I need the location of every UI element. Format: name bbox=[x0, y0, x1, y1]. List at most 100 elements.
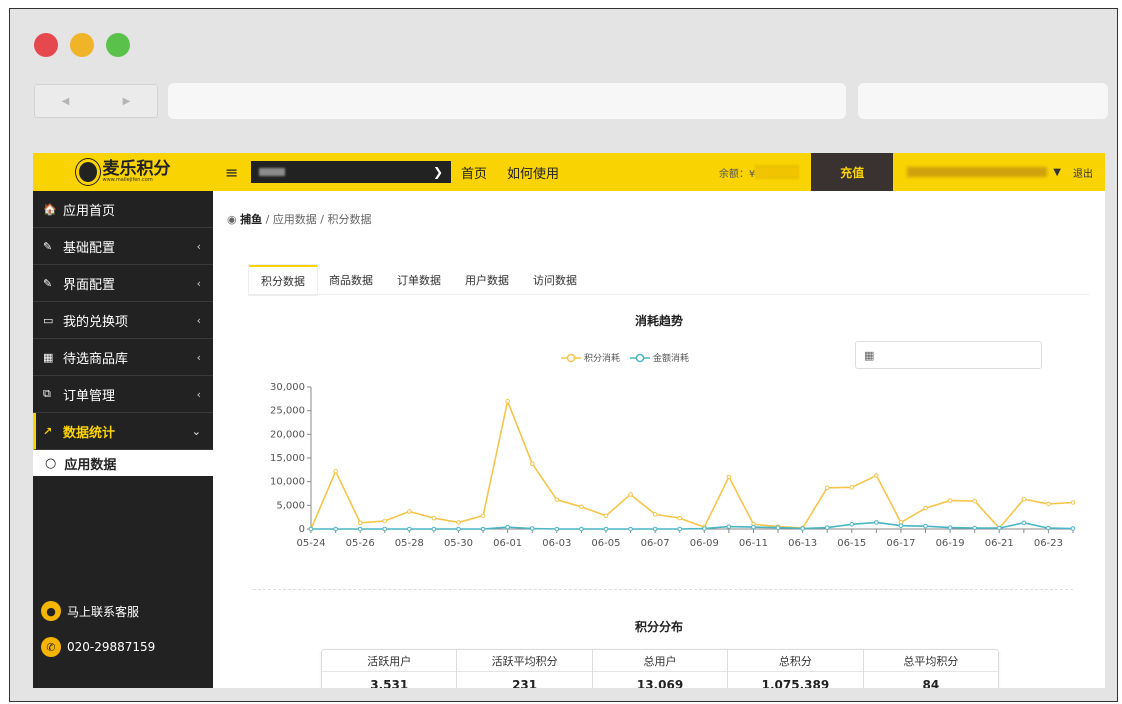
sidebar-item-ui-config[interactable]: ✎ 界面配置 ‹ bbox=[33, 265, 213, 302]
data-point-series-2 bbox=[480, 526, 486, 532]
data-point-series-1 bbox=[333, 468, 338, 474]
distribution-header: 活跃用户 bbox=[322, 650, 457, 672]
logo[interactable]: 麦乐积分 www.mailejifen.com bbox=[33, 153, 213, 191]
calendar-icon: ▦ bbox=[864, 348, 875, 362]
series-line-1 bbox=[310, 398, 1074, 530]
main-content: ◉ 捕鱼 / 应用数据 / 积分数据 积分数据 商品数据 订单数据 用户数据 访… bbox=[213, 191, 1105, 688]
distribution-column: 活跃平均积分 231 bbox=[457, 650, 593, 688]
user-menu[interactable]: ▼ 退出 bbox=[907, 165, 1105, 180]
data-point-series-1 bbox=[456, 520, 461, 525]
data-point-series-2 bbox=[554, 526, 560, 532]
nav-howto-link[interactable]: 如何使用 bbox=[507, 163, 559, 182]
close-window-icon[interactable] bbox=[34, 33, 58, 57]
sidebar-item-statistics[interactable]: ↗ 数据统计 ⌄ bbox=[33, 413, 213, 450]
data-point-series-2 bbox=[407, 526, 412, 532]
distribution-value: 13,069 bbox=[636, 678, 684, 688]
chevron-left-icon: ‹ bbox=[196, 313, 201, 327]
edit-icon: ✎ bbox=[43, 276, 53, 290]
data-point-series-1 bbox=[824, 485, 830, 491]
data-point-series-2 bbox=[431, 526, 437, 532]
legend-item-points[interactable]: 积分消耗 bbox=[561, 351, 620, 364]
x-tick-label: 06-13 bbox=[788, 538, 817, 549]
x-tick-label: 06-21 bbox=[985, 538, 1014, 549]
address-bar[interactable] bbox=[168, 83, 846, 119]
browser-search-bar[interactable] bbox=[858, 83, 1108, 119]
monitor-icon: ▭ bbox=[43, 313, 54, 327]
logo-mark-icon bbox=[75, 159, 100, 185]
contact-service-link[interactable]: ● 马上联系客服 bbox=[41, 601, 139, 621]
data-point-series-1 bbox=[579, 504, 584, 510]
data-point-series-2 bbox=[923, 523, 928, 529]
data-point-series-2 bbox=[529, 526, 535, 531]
data-point-series-1 bbox=[529, 461, 535, 466]
minimize-window-icon[interactable] bbox=[70, 33, 94, 57]
data-point-series-2 bbox=[1070, 526, 1076, 531]
window-controls bbox=[34, 33, 130, 57]
data-point-series-2 bbox=[1046, 525, 1051, 531]
data-point-series-1 bbox=[1046, 501, 1051, 507]
data-point-series-1 bbox=[407, 509, 412, 514]
back-arrow-icon[interactable]: ◀ bbox=[62, 96, 70, 107]
sidebar-item-app-home[interactable]: 🏠 应用首页 bbox=[33, 191, 213, 228]
sidebar-subitem-label: 应用数据 bbox=[64, 457, 117, 473]
data-point-series-1 bbox=[1070, 500, 1076, 505]
sidebar-subitem-app-data[interactable]: ○ 应用数据 bbox=[33, 450, 213, 476]
data-point-series-1 bbox=[677, 515, 683, 521]
data-point-series-2 bbox=[824, 525, 830, 530]
chevron-right-icon: ❯ bbox=[432, 165, 443, 179]
logout-link[interactable]: 退出 bbox=[1073, 165, 1093, 180]
data-point-series-2 bbox=[603, 526, 609, 532]
sidebar-item-product-pool[interactable]: ▦ 待选商品库 ‹ bbox=[33, 339, 213, 376]
tab-points-data[interactable]: 积分数据 bbox=[249, 265, 317, 295]
date-range-input[interactable]: ▦ bbox=[855, 341, 1042, 369]
x-tick-label: 06-05 bbox=[591, 538, 620, 549]
distribution-value: 231 bbox=[512, 678, 538, 688]
app-selector[interactable]: ❯ bbox=[251, 161, 451, 183]
y-tick-label: 25,000 bbox=[270, 406, 305, 417]
edit-icon: ✎ bbox=[43, 239, 53, 253]
distribution-header: 总积分 bbox=[728, 650, 863, 672]
sidebar-item-basic-config[interactable]: ✎ 基础配置 ‹ bbox=[33, 228, 213, 265]
data-point-series-1 bbox=[947, 498, 953, 503]
sidebar-item-label: 界面配置 bbox=[63, 277, 116, 293]
sidebar-item-orders[interactable]: ⧉ 订单管理 ‹ bbox=[33, 376, 213, 413]
logo-title: 麦乐积分 bbox=[102, 159, 171, 179]
chevron-left-icon: ‹ bbox=[196, 387, 201, 401]
breadcrumb-level2[interactable]: 应用数据 bbox=[273, 213, 317, 226]
browser-window: ◀ ▶ 麦乐积分 www.mailejifen.com ≡ ❯ 首页 如何使用 bbox=[9, 8, 1118, 702]
contact-phone-number: 020-29887159 bbox=[67, 640, 156, 654]
data-point-series-2 bbox=[308, 526, 314, 532]
history-nav: ◀ ▶ bbox=[34, 84, 158, 118]
chevron-left-icon: ‹ bbox=[196, 350, 201, 364]
distribution-header: 总平均积分 bbox=[863, 650, 999, 672]
distribution-header: 活跃平均积分 bbox=[457, 650, 592, 672]
forward-arrow-icon[interactable]: ▶ bbox=[123, 96, 131, 107]
data-point-series-2 bbox=[505, 524, 510, 530]
distribution-column: 活跃用户 3,531 bbox=[322, 650, 458, 688]
legend-label: 金额消耗 bbox=[653, 354, 690, 364]
distribution-value: 3,531 bbox=[370, 678, 409, 688]
x-tick-label: 06-17 bbox=[886, 538, 915, 549]
nav-home-link[interactable]: 首页 bbox=[461, 163, 487, 182]
x-tick-label: 06-09 bbox=[690, 538, 719, 549]
legend-item-amount[interactable]: 金额消耗 bbox=[630, 351, 689, 364]
y-tick-label: 30,000 bbox=[270, 382, 305, 393]
maximize-window-icon[interactable] bbox=[106, 33, 130, 57]
breadcrumb-home[interactable]: 捕鱼 bbox=[240, 213, 262, 226]
breadcrumb-separator: / bbox=[262, 213, 273, 226]
data-point-series-2 bbox=[357, 526, 363, 532]
data-point-series-2 bbox=[333, 526, 338, 532]
contact-service-label: 马上联系客服 bbox=[67, 604, 140, 619]
sidebar-item-label: 应用首页 bbox=[63, 203, 116, 219]
sidebar: 🏠 应用首页 ✎ 基础配置 ‹ ✎ 界面配置 ‹ ▭ 我的兑换项 ‹ ▦ 待选商… bbox=[33, 191, 213, 688]
tab-order-data[interactable]: 订单数据 bbox=[385, 265, 453, 295]
tab-visit-data[interactable]: 访问数据 bbox=[521, 265, 589, 295]
data-point-series-2 bbox=[701, 526, 707, 531]
data-point-series-2 bbox=[579, 526, 584, 532]
data-point-series-1 bbox=[849, 485, 855, 490]
tab-product-data[interactable]: 商品数据 bbox=[317, 265, 385, 295]
recharge-button[interactable]: 充值 bbox=[811, 153, 894, 191]
sidebar-item-my-redemptions[interactable]: ▭ 我的兑换项 ‹ bbox=[33, 302, 213, 339]
tab-user-data[interactable]: 用户数据 bbox=[453, 265, 521, 295]
menu-toggle-icon[interactable]: ≡ bbox=[225, 163, 245, 182]
